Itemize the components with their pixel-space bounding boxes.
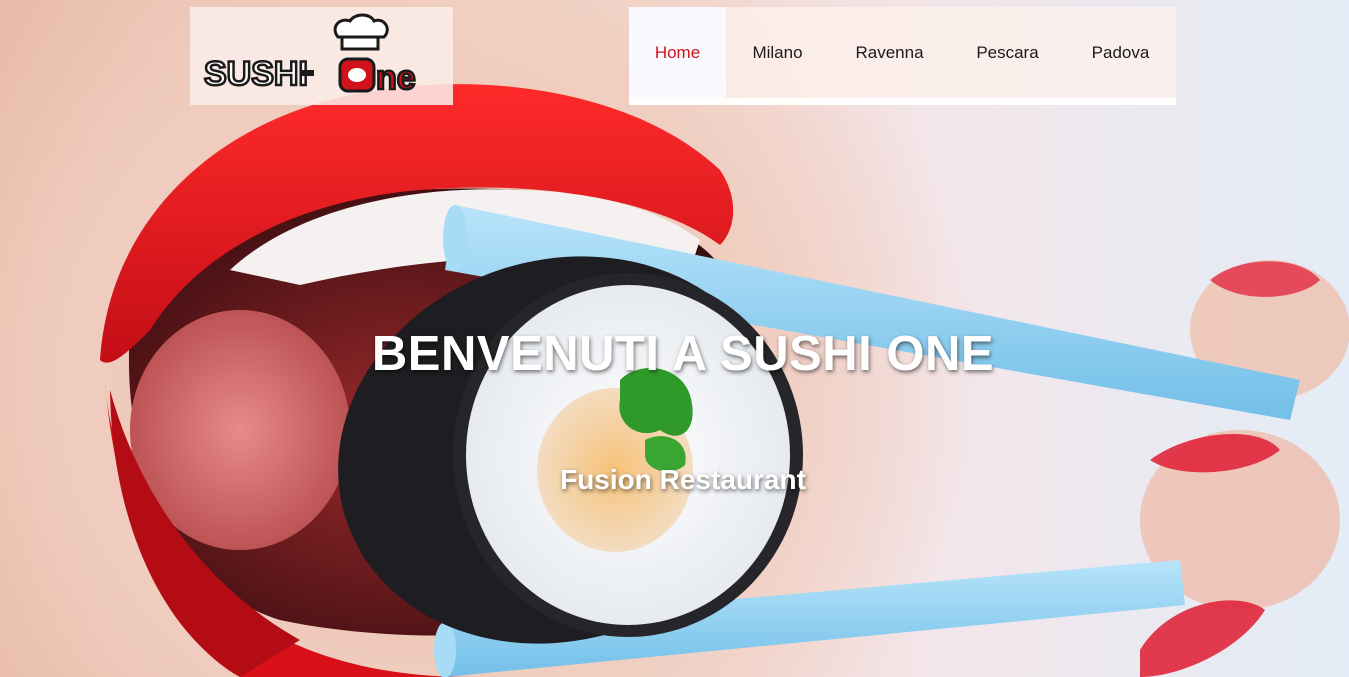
nav-item-ravenna[interactable]: Ravenna <box>829 7 950 98</box>
logo[interactable]: SUSHI ne <box>190 7 453 105</box>
nav-item-pescara[interactable]: Pescara <box>950 7 1065 98</box>
sushi-o-icon <box>338 57 376 93</box>
main-nav: Home Milano Ravenna Pescara Padova <box>629 7 1176 105</box>
nav-item-milano[interactable]: Milano <box>726 7 829 98</box>
svg-text:SUSHI: SUSHI <box>204 55 308 93</box>
nav-item-padova[interactable]: Padova <box>1065 7 1176 98</box>
svg-text:ne: ne <box>376 59 416 97</box>
hero-subtitle: Fusion Restaurant <box>560 464 806 495</box>
chef-hat-icon <box>333 13 389 51</box>
logo-image: SUSHI ne <box>203 13 417 98</box>
hero-title: BENVENUTI A SUSHI ONE <box>371 327 995 381</box>
nav-item-home[interactable]: Home <box>629 7 726 98</box>
